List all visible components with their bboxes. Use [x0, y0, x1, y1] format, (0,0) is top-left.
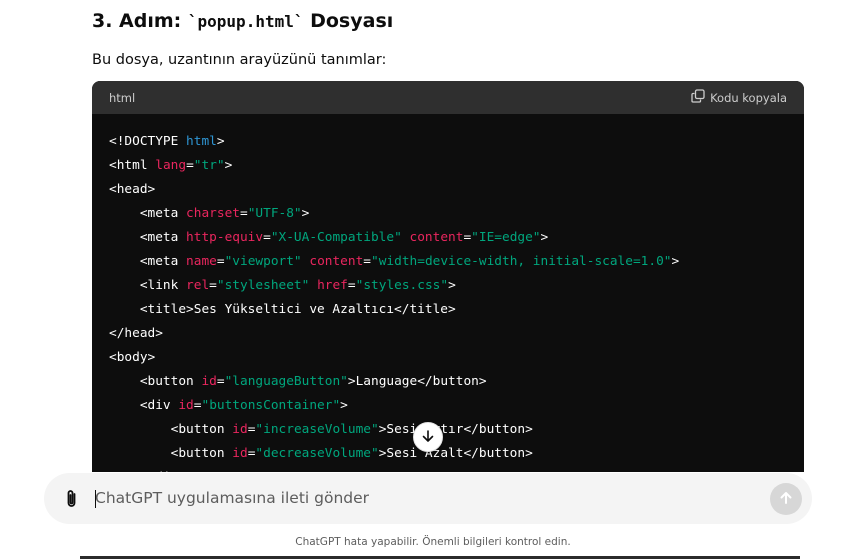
- code-token: </head>: [109, 326, 163, 341]
- code-token: id: [201, 374, 217, 389]
- code-token: id: [232, 446, 248, 461]
- code-content: <!DOCTYPE html> <html lang="tr"> <head> <m…: [92, 114, 804, 490]
- scroll-to-bottom-button[interactable]: [413, 422, 443, 452]
- code-token: <button: [109, 446, 233, 461]
- code-line: <body>: [109, 346, 787, 370]
- code-token: =: [363, 254, 372, 269]
- code-token: <meta: [109, 230, 187, 245]
- section-description: Bu dosya, uzantının arayüzünü tanımlar:: [92, 52, 387, 68]
- code-token: id: [232, 422, 248, 437]
- code-line: </head>: [109, 322, 787, 346]
- code-token: "IE=edge": [471, 230, 541, 245]
- code-token: =: [216, 374, 225, 389]
- code-token: >: [540, 230, 549, 245]
- code-token: http-equiv: [186, 230, 264, 245]
- code-line: <meta name="viewport" content="width=dev…: [109, 250, 787, 274]
- code-token: <meta: [109, 254, 187, 269]
- code-line: <button id="languageButton">Language</bu…: [109, 370, 787, 394]
- code-token: "tr": [193, 158, 225, 173]
- code-token: <html: [109, 158, 156, 173]
- code-token: rel: [186, 278, 210, 293]
- code-token: <button: [109, 422, 233, 437]
- disclaimer-text: ChatGPT hata yapabilir. Önemli bilgileri…: [295, 536, 571, 548]
- code-token: "styles.css": [355, 278, 449, 293]
- heading-code: `popup.html`: [187, 12, 304, 31]
- code-token: >Language</button>: [347, 374, 487, 389]
- code-token: content: [309, 254, 364, 269]
- code-token: >Sesi Azalt</button>: [378, 446, 533, 461]
- code-token: >: [216, 134, 225, 149]
- paperclip-icon[interactable]: [62, 488, 82, 510]
- code-token: >: [301, 206, 310, 221]
- code-line: <html lang="tr">: [109, 154, 787, 178]
- send-button[interactable]: [770, 483, 802, 515]
- code-token: >: [448, 278, 456, 293]
- arrow-up-icon: [779, 490, 793, 509]
- code-line: <meta charset="UTF-8">: [109, 202, 787, 226]
- message-composer[interactable]: ChatGPT uygulamasına ileti gönder: [44, 473, 812, 524]
- code-token: <title>Ses Yükseltici ve Azaltıcı</title…: [109, 302, 456, 317]
- code-line: <link rel="stylesheet" href="styles.css"…: [109, 274, 787, 298]
- code-token: >: [671, 254, 680, 269]
- code-token: "increaseVolume": [255, 422, 379, 437]
- code-line: <button id="increaseVolume">Sesi Artır</…: [109, 418, 787, 442]
- copy-icon: [691, 89, 705, 106]
- code-token: <div: [109, 398, 179, 413]
- code-token: html: [186, 134, 217, 149]
- code-token: >: [340, 398, 348, 413]
- code-token: "width=device-width, initial-scale=1.0": [371, 254, 672, 269]
- heading-suffix: Dosyası: [303, 10, 394, 32]
- code-token: "UTF-8": [247, 206, 302, 221]
- text-caret: [95, 490, 96, 508]
- arrow-down-icon: [421, 428, 435, 447]
- code-line: <div id="buttonsContainer">: [109, 394, 787, 418]
- code-token: "stylesheet": [216, 278, 310, 293]
- code-block-header: html Kodu kopyala: [92, 81, 804, 114]
- code-token: >Sesi Artır</button>: [378, 422, 533, 437]
- code-token: <!DOCTYPE: [109, 134, 187, 149]
- code-token: "viewport": [224, 254, 302, 269]
- code-token: id: [178, 398, 194, 413]
- code-line: <button id="decreaseVolume">Sesi Azalt</…: [109, 442, 787, 466]
- section-heading: 3. Adım: `popup.html` Dosyası: [92, 8, 393, 35]
- code-token: >: [224, 158, 233, 173]
- copy-code-label: Kodu kopyala: [710, 90, 787, 105]
- copy-code-button[interactable]: Kodu kopyala: [691, 89, 787, 106]
- code-token: =: [263, 230, 271, 245]
- code-token: content: [409, 230, 464, 245]
- code-token: <meta: [109, 206, 187, 221]
- code-line: <title>Ses Yükseltici ve Azaltıcı</title…: [109, 298, 787, 322]
- code-line: <head>: [109, 178, 787, 202]
- code-token: "buttonsContainer": [201, 398, 341, 413]
- code-token: =: [463, 230, 472, 245]
- code-token: =: [209, 278, 217, 293]
- code-token: name: [186, 254, 217, 269]
- code-token: =: [239, 206, 248, 221]
- code-token: "decreaseVolume": [255, 446, 379, 461]
- code-token: "X-UA-Compatible": [270, 230, 402, 245]
- code-block: html Kodu kopyala <!DOCTYPE html> <html l…: [92, 81, 804, 501]
- code-token: =: [347, 278, 356, 293]
- code-token: href: [317, 278, 348, 293]
- code-language-label: html: [109, 90, 136, 105]
- heading-prefix: 3. Adım:: [92, 10, 188, 32]
- code-line: <!DOCTYPE html>: [109, 130, 787, 154]
- code-token: lang: [155, 158, 187, 173]
- message-input[interactable]: ChatGPT uygulamasına ileti gönder: [95, 488, 369, 509]
- code-token: charset: [186, 206, 240, 221]
- code-token: <body>: [109, 350, 156, 365]
- code-line: <meta http-equiv="X-UA-Compatible" conte…: [109, 226, 787, 250]
- code-token: <button: [109, 374, 202, 389]
- code-token: "languageButton": [224, 374, 348, 389]
- code-token: =: [216, 254, 225, 269]
- code-token: =: [186, 158, 194, 173]
- code-token: <link: [109, 278, 187, 293]
- code-token: <head>: [109, 182, 156, 197]
